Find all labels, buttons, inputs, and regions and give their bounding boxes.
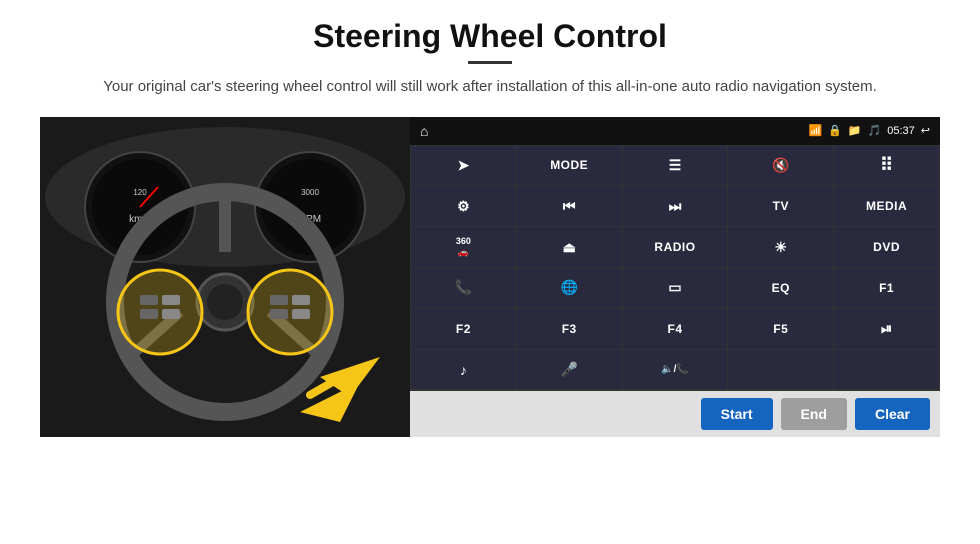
- btn-media[interactable]: MEDIA: [834, 186, 939, 226]
- action-bar: Start End Clear: [410, 391, 940, 437]
- home-icon[interactable]: ⌂: [420, 123, 428, 139]
- bt-icon: 🎵: [868, 124, 882, 137]
- btn-empty1: [728, 350, 833, 390]
- btn-settings[interactable]: ⚙: [411, 186, 516, 226]
- btn-navigation[interactable]: ➤: [411, 146, 516, 186]
- btn-screen[interactable]: ▭: [623, 268, 728, 308]
- btn-next[interactable]: ⏭: [623, 186, 728, 226]
- content-row: 120 km/h 3000 RPM: [40, 117, 940, 437]
- car-image: 120 km/h 3000 RPM: [40, 117, 410, 437]
- btn-f5[interactable]: F5: [728, 309, 833, 349]
- btn-phone[interactable]: 📞: [411, 268, 516, 308]
- btn-f2[interactable]: F2: [411, 309, 516, 349]
- btn-prev[interactable]: ⏮: [517, 186, 622, 226]
- clear-button[interactable]: Clear: [855, 398, 930, 430]
- status-icons: 📶 🔒 📁 🎵 05:37 ↩: [808, 124, 930, 137]
- btn-empty2: [834, 350, 939, 390]
- status-bar: ⌂ 📶 🔒 📁 🎵 05:37 ↩: [410, 117, 940, 145]
- page-title: Steering Wheel Control: [313, 18, 667, 55]
- btn-tv[interactable]: TV: [728, 186, 833, 226]
- button-grid: ➤ MODE ☰ 🔇 ⠿ ⚙ ⏮ ⏭ TV MEDIA 360🚗 ⏏ RADIO…: [410, 145, 940, 391]
- svg-text:3000: 3000: [301, 188, 319, 197]
- btn-playpause[interactable]: ⏯: [834, 309, 939, 349]
- btn-f3[interactable]: F3: [517, 309, 622, 349]
- btn-list[interactable]: ☰: [623, 146, 728, 186]
- lock-icon: 🔒: [828, 124, 842, 137]
- btn-360[interactable]: 360🚗: [411, 227, 516, 267]
- svg-text:120: 120: [133, 188, 147, 197]
- btn-eject[interactable]: ⏏: [517, 227, 622, 267]
- sd-icon: 📁: [848, 124, 862, 137]
- btn-dvd[interactable]: DVD: [834, 227, 939, 267]
- subtitle: Your original car's steering wheel contr…: [103, 76, 877, 99]
- btn-mic[interactable]: 🎤: [517, 350, 622, 390]
- end-button[interactable]: End: [781, 398, 847, 430]
- wifi-icon: 📶: [808, 124, 822, 137]
- btn-mode[interactable]: MODE: [517, 146, 622, 186]
- btn-brightness[interactable]: ☀: [728, 227, 833, 267]
- btn-f1[interactable]: F1: [834, 268, 939, 308]
- clock: 05:37: [887, 125, 915, 137]
- page-wrapper: Steering Wheel Control Your original car…: [0, 0, 980, 544]
- btn-vol-phone[interactable]: 🔈/📞: [623, 350, 728, 390]
- btn-apps[interactable]: ⠿: [834, 146, 939, 186]
- android-panel: ⌂ 📶 🔒 📁 🎵 05:37 ↩ ➤ MODE ☰ 🔇 ⠿: [410, 117, 940, 437]
- btn-mute[interactable]: 🔇: [728, 146, 833, 186]
- nav-icon: ➤: [458, 157, 470, 174]
- title-divider: [468, 61, 512, 64]
- btn-eq[interactable]: EQ: [728, 268, 833, 308]
- back-icon[interactable]: ↩: [921, 124, 930, 137]
- start-button[interactable]: Start: [701, 398, 773, 430]
- btn-music[interactable]: ♪: [411, 350, 516, 390]
- btn-f4[interactable]: F4: [623, 309, 728, 349]
- btn-radio[interactable]: RADIO: [623, 227, 728, 267]
- btn-browser[interactable]: 🌐: [517, 268, 622, 308]
